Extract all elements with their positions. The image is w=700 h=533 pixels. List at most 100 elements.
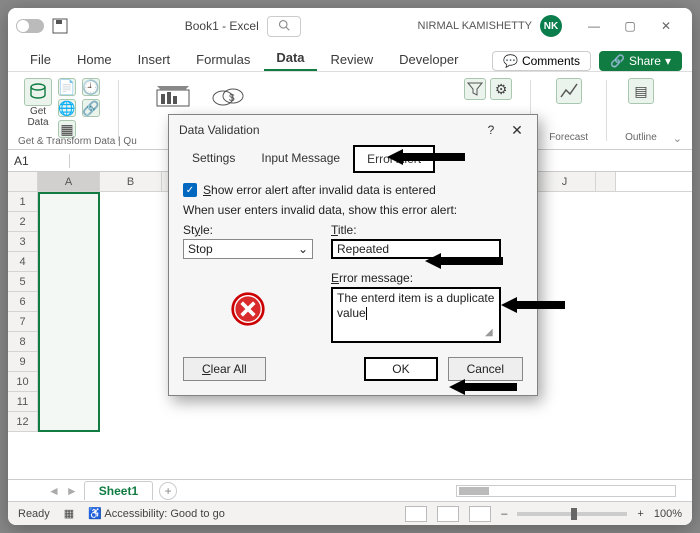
zoom-out-button[interactable]: – — [501, 508, 507, 520]
outline-group: ▤ Outline — [619, 76, 663, 145]
cancel-button[interactable]: Cancel — [448, 357, 523, 381]
row-header[interactable]: 4 — [8, 252, 37, 272]
accessibility-status[interactable]: ♿ Accessibility: Good to go — [88, 507, 225, 520]
get-data-group: Get Data 📄 🌐 ▦ 🕘 🔗 — [18, 76, 106, 145]
share-label: Share — [629, 54, 661, 68]
svg-text:$: $ — [229, 93, 235, 104]
dialog-close-button[interactable]: ✕ — [507, 120, 527, 140]
row-header[interactable]: 7 — [8, 312, 37, 332]
when-label: When user enters invalid data, show this… — [183, 203, 523, 217]
accessibility-icon: ♿ — [88, 508, 102, 520]
forecast-label: Forecast — [549, 132, 588, 143]
dialog-tab-settings[interactable]: Settings — [179, 145, 248, 173]
zoom-level[interactable]: 100% — [654, 508, 682, 520]
add-sheet-button[interactable]: + — [159, 482, 177, 500]
zoom-in-button[interactable]: + — [637, 508, 643, 520]
show-alert-checkbox[interactable]: ✓ — [183, 183, 197, 197]
macro-icon[interactable]: ▦ — [64, 507, 74, 520]
dialog-tab-error-alert[interactable]: Error Alert — [353, 145, 435, 173]
data-validation-dialog: Data Validation ? ✕ Settings Input Messa… — [168, 114, 538, 396]
name-box[interactable]: A1 — [8, 154, 70, 168]
tab-data[interactable]: Data — [264, 46, 316, 71]
tab-developer[interactable]: Developer — [387, 48, 470, 71]
error-message-textarea[interactable]: The enterd item is a duplicate value ◢ — [331, 287, 501, 343]
row-headers: 1 2 3 4 5 6 7 8 9 10 11 12 — [8, 192, 38, 432]
collapse-ribbon-icon[interactable]: ⌄ — [673, 132, 682, 145]
get-data-button[interactable] — [24, 78, 52, 106]
resize-grip-icon[interactable]: ◢ — [485, 327, 495, 337]
search-icon — [278, 19, 290, 34]
tab-home[interactable]: Home — [65, 48, 124, 71]
sheet-tab[interactable]: Sheet1 — [84, 481, 153, 500]
from-text-icon[interactable]: 📄 — [58, 78, 76, 96]
ok-button[interactable]: OK — [364, 357, 437, 381]
tab-file[interactable]: File — [18, 48, 63, 71]
stocks-icon[interactable] — [152, 82, 194, 112]
col-header[interactable]: J — [534, 172, 596, 191]
tab-review[interactable]: Review — [319, 48, 386, 71]
col-header[interactable]: A — [38, 172, 100, 191]
row-header[interactable]: 10 — [8, 372, 37, 392]
dialog-title: Data Validation — [179, 123, 260, 137]
titlebar: Book1 - Excel NIRMAL KAMISHETTY NK — ▢ ✕ — [8, 8, 692, 44]
forecast-icon[interactable] — [556, 78, 582, 104]
page-layout-button[interactable] — [437, 506, 459, 522]
title-input[interactable]: Repeated — [331, 239, 501, 259]
currencies-icon[interactable]: $ — [208, 82, 250, 112]
minimize-button[interactable]: — — [576, 12, 612, 40]
chevron-down-icon: ⌄ — [298, 242, 308, 256]
row-header[interactable]: 1 — [8, 192, 37, 212]
style-select[interactable]: Stop ⌄ — [183, 239, 313, 259]
row-header[interactable]: 11 — [8, 392, 37, 412]
normal-view-button[interactable] — [405, 506, 427, 522]
row-header[interactable]: 12 — [8, 412, 37, 432]
comments-button[interactable]: 💬 Comments — [492, 51, 591, 71]
help-button[interactable]: ? — [483, 123, 499, 137]
maximize-button[interactable]: ▢ — [612, 12, 648, 40]
next-sheet-icon[interactable]: ► — [66, 484, 78, 498]
select-all-corner[interactable] — [8, 172, 38, 192]
row-header[interactable]: 6 — [8, 292, 37, 312]
save-icon[interactable] — [52, 18, 68, 34]
dialog-tab-input-message[interactable]: Input Message — [248, 145, 353, 173]
avatar[interactable]: NK — [540, 15, 562, 37]
row-header[interactable]: 9 — [8, 352, 37, 372]
dialog-titlebar[interactable]: Data Validation ? ✕ — [169, 115, 537, 145]
ribbon-tabs: File Home Insert Formulas Data Review De… — [8, 44, 692, 72]
share-icon: 🔗 — [610, 54, 625, 68]
error-message-label: Error message: — [331, 271, 501, 285]
tab-insert[interactable]: Insert — [126, 48, 183, 71]
col-header[interactable] — [596, 172, 616, 191]
clear-all-button[interactable]: Clear All — [183, 357, 266, 381]
col-header[interactable]: B — [100, 172, 162, 191]
chevron-down-icon: ▾ — [665, 54, 671, 68]
status-bar: Ready ▦ ♿ Accessibility: Good to go – + … — [8, 501, 692, 525]
group-caption-getdata: Get & Transform Data — [18, 136, 115, 147]
tab-formulas[interactable]: Formulas — [184, 48, 262, 71]
row-header[interactable]: 8 — [8, 332, 37, 352]
close-button[interactable]: ✕ — [648, 12, 684, 40]
search-box[interactable] — [267, 16, 301, 37]
row-header[interactable]: 2 — [8, 212, 37, 232]
outline-label: Outline — [625, 132, 657, 143]
prev-sheet-icon[interactable]: ◄ — [48, 484, 60, 498]
page-break-button[interactable] — [469, 506, 491, 522]
sheet-tabs-row: ◄ ► Sheet1 + — [8, 479, 692, 501]
autosave-toggle[interactable] — [16, 19, 44, 33]
recent-icon[interactable]: 🕘 — [82, 78, 100, 96]
stop-icon — [230, 291, 266, 327]
user-name: NIRMAL KAMISHETTY — [418, 20, 533, 32]
outline-icon[interactable]: ▤ — [628, 78, 654, 104]
from-web-icon[interactable]: 🌐 — [58, 99, 76, 117]
advanced-icon[interactable]: ⚙ — [490, 78, 512, 100]
share-button[interactable]: 🔗 Share ▾ — [599, 51, 682, 71]
zoom-slider[interactable] — [517, 512, 627, 516]
title-label: Title: — [331, 223, 501, 237]
doc-title: Book1 - Excel — [185, 19, 259, 33]
filter-icon[interactable] — [464, 78, 486, 100]
style-value: Stop — [188, 242, 213, 256]
horizontal-scrollbar[interactable] — [456, 485, 676, 497]
connections-icon[interactable]: 🔗 — [82, 99, 100, 117]
row-header[interactable]: 3 — [8, 232, 37, 252]
row-header[interactable]: 5 — [8, 272, 37, 292]
